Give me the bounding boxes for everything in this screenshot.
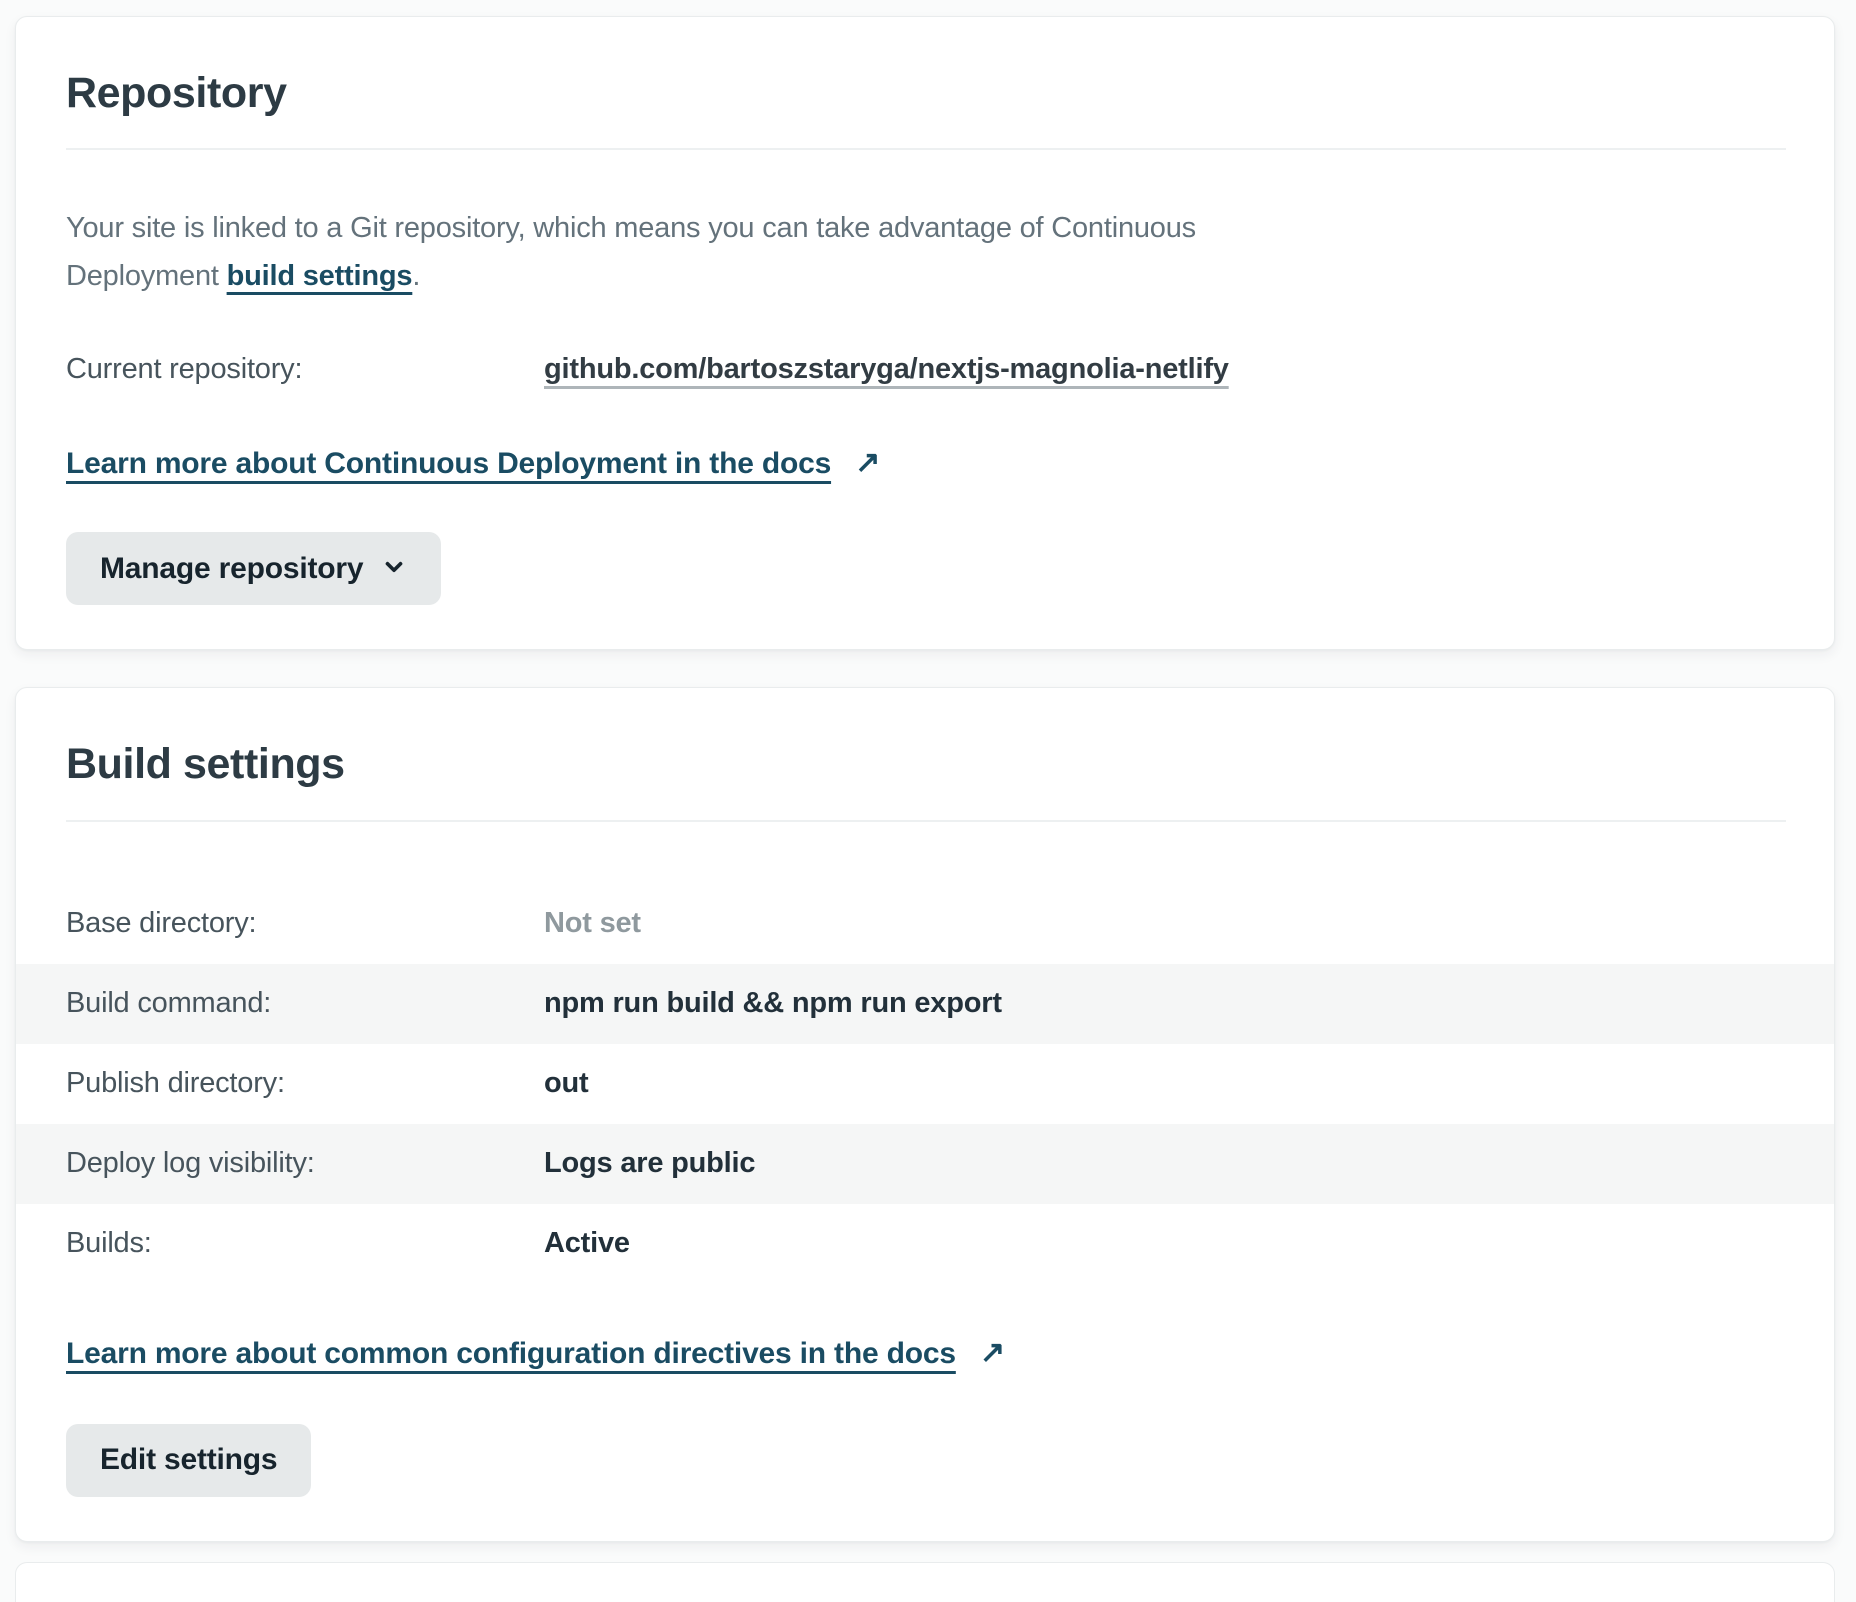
publish-directory-label: Publish directory:	[66, 1067, 544, 1100]
base-directory-label: Base directory:	[66, 907, 544, 940]
current-repository-label: Current repository:	[66, 350, 544, 388]
external-link-arrow-icon: ↗	[980, 1335, 1005, 1371]
build-settings-card-actions: Edit settings	[66, 1424, 1786, 1497]
table-row-base-directory: Base directory: Not set	[16, 884, 1834, 964]
configuration-directives-docs-link[interactable]: Learn more about common configuration di…	[66, 1336, 1005, 1372]
build-settings-card: Build settings Base directory: Not set B…	[15, 687, 1835, 1541]
repository-card-title: Repository	[66, 69, 1786, 118]
build-settings-table: Base directory: Not set Build command: n…	[16, 884, 1834, 1284]
manage-repository-button[interactable]: Manage repository	[66, 532, 441, 605]
publish-directory-value: out	[544, 1067, 589, 1100]
chevron-down-icon	[381, 554, 407, 588]
repository-card: Repository Your site is linked to a Git …	[15, 16, 1835, 650]
external-link-arrow-icon: ↗	[855, 445, 880, 481]
table-row-builds: Builds: Active	[16, 1204, 1834, 1284]
build-command-value: npm run build && npm run export	[544, 987, 1002, 1020]
continuous-deployment-docs-link[interactable]: Learn more about Continuous Deployment i…	[66, 446, 880, 482]
build-settings-card-title: Build settings	[66, 740, 1786, 789]
repository-description: Your site is linked to a Git repository,…	[66, 204, 1786, 300]
current-repository-link[interactable]: github.com/bartoszstaryga/nextjs-magnoli…	[544, 350, 1229, 388]
next-card-top-edge	[15, 1562, 1835, 1602]
base-directory-value: Not set	[544, 907, 641, 940]
table-row-build-command: Build command: npm run build && npm run …	[16, 964, 1834, 1044]
deploy-log-visibility-value: Logs are public	[544, 1147, 755, 1180]
continuous-deployment-docs-link-label: Learn more about Continuous Deployment i…	[66, 447, 831, 480]
description-line2-prefix: Deployment	[66, 260, 227, 292]
description-period: .	[412, 260, 420, 292]
settings-page: Repository Your site is linked to a Git …	[0, 0, 1856, 1602]
edit-settings-button-label: Edit settings	[100, 1443, 277, 1477]
current-repository-row: Current repository: github.com/bartoszst…	[66, 350, 1786, 388]
build-settings-link[interactable]: build settings	[227, 260, 413, 292]
builds-label: Builds:	[66, 1227, 544, 1260]
table-row-deploy-log-visibility: Deploy log visibility: Logs are public	[16, 1124, 1834, 1204]
repository-card-actions: Manage repository	[66, 532, 1786, 605]
deploy-log-visibility-label: Deploy log visibility:	[66, 1147, 544, 1180]
divider	[66, 820, 1786, 822]
table-row-publish-directory: Publish directory: out	[16, 1044, 1834, 1124]
description-line1: Your site is linked to a Git repository,…	[66, 212, 1196, 244]
divider	[66, 148, 1786, 150]
configuration-directives-docs-link-label: Learn more about common configuration di…	[66, 1337, 956, 1370]
manage-repository-button-label: Manage repository	[100, 552, 363, 586]
edit-settings-button[interactable]: Edit settings	[66, 1424, 311, 1497]
build-command-label: Build command:	[66, 987, 544, 1020]
builds-value: Active	[544, 1227, 630, 1260]
